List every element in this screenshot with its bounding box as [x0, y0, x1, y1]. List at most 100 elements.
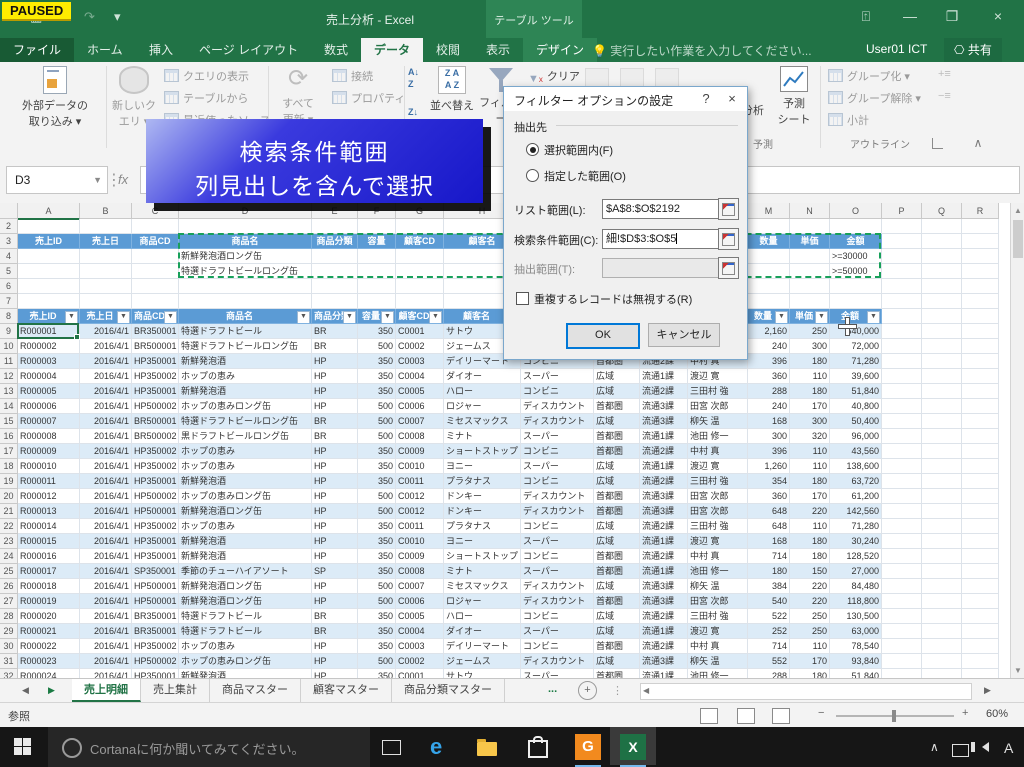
column-header-A[interactable]: A	[18, 203, 80, 220]
data-cell[interactable]: HP500002	[132, 399, 179, 414]
row-header-24[interactable]: 24	[0, 549, 18, 564]
data-cell[interactable]: コンビニ	[521, 474, 594, 489]
empty-cell[interactable]	[922, 324, 962, 339]
empty-cell[interactable]	[748, 294, 790, 309]
data-cell[interactable]: C0003	[396, 354, 444, 369]
empty-cell[interactable]	[962, 519, 999, 534]
data-cell[interactable]: 180	[790, 474, 830, 489]
data-cell[interactable]: 流通2課	[640, 384, 688, 399]
data-cell[interactable]: ディスカウント	[521, 504, 594, 519]
data-cell[interactable]: コンビニ	[521, 549, 594, 564]
ribbon-tab-8[interactable]: 表示	[473, 38, 523, 62]
data-cell[interactable]: HP350001	[132, 534, 179, 549]
data-cell[interactable]: ホップの恵み	[179, 459, 312, 474]
data-cell[interactable]: 流通3課	[640, 579, 688, 594]
ribbon-tab-6[interactable]: データ	[361, 38, 423, 62]
filter-dropdown-icon[interactable]: ▼	[297, 311, 310, 324]
row-header-23[interactable]: 23	[0, 534, 18, 549]
data-cell[interactable]: HP350001	[132, 354, 179, 369]
empty-cell[interactable]	[962, 354, 999, 369]
data-cell[interactable]: HP500001	[132, 594, 179, 609]
data-cell[interactable]: HP	[312, 504, 358, 519]
data-cell[interactable]: サトウ	[444, 669, 521, 678]
data-cell[interactable]: 田宮 次郎	[688, 594, 748, 609]
data-cell[interactable]: 350	[358, 324, 396, 339]
data-cell[interactable]: HP350002	[132, 444, 179, 459]
list-range-selector-icon[interactable]	[718, 198, 739, 220]
criteria-product-cell[interactable]: 新鮮発泡酒ロング缶	[179, 249, 312, 264]
filter-dropdown-icon[interactable]: ▼	[381, 311, 394, 324]
data-cell[interactable]: 84,480	[830, 579, 882, 594]
empty-cell[interactable]	[922, 369, 962, 384]
column-header-R[interactable]: R	[962, 203, 999, 219]
empty-cell[interactable]	[882, 339, 922, 354]
filter-dropdown-icon[interactable]: ▼	[815, 311, 828, 324]
data-cell[interactable]: BR350001	[132, 324, 179, 339]
data-cell[interactable]: HP	[312, 654, 358, 669]
data-cell[interactable]: 138,600	[830, 459, 882, 474]
data-cell[interactable]: SP350001	[132, 564, 179, 579]
data-cell[interactable]: 中村 真	[688, 549, 748, 564]
data-cell[interactable]: スーパー	[521, 669, 594, 678]
data-cell[interactable]: 新鮮発泡酒	[179, 549, 312, 564]
data-cell[interactable]: HP	[312, 474, 358, 489]
data-cell[interactable]: 170	[790, 399, 830, 414]
data-cell[interactable]: 72,000	[830, 339, 882, 354]
data-cell[interactable]: 43,560	[830, 444, 882, 459]
file-explorer-icon[interactable]	[477, 733, 497, 761]
data-cell[interactable]: 三田村 強	[688, 384, 748, 399]
data-cell[interactable]: HP	[312, 489, 358, 504]
empty-cell[interactable]	[922, 294, 962, 309]
data-cell[interactable]: 63,000	[830, 624, 882, 639]
radio-copy-to[interactable]	[526, 169, 539, 182]
empty-cell[interactable]	[962, 234, 999, 249]
data-cell[interactable]: 396	[748, 444, 790, 459]
data-cell[interactable]: R000018	[18, 579, 80, 594]
row-header-15[interactable]: 15	[0, 414, 18, 429]
row-header-7[interactable]: 7	[0, 294, 18, 309]
data-cell[interactable]: 552	[748, 654, 790, 669]
ok-button[interactable]: OK	[566, 323, 640, 349]
data-cell[interactable]: R000017	[18, 564, 80, 579]
empty-cell[interactable]	[882, 534, 922, 549]
data-cell[interactable]: R000005	[18, 384, 80, 399]
table-header-cell[interactable]: 数量▼	[748, 309, 790, 324]
ribbon-tab-2[interactable]: ホーム	[74, 38, 136, 62]
data-cell[interactable]: 2016/4/1	[80, 414, 132, 429]
data-cell[interactable]: R000024	[18, 669, 80, 678]
empty-cell[interactable]	[80, 279, 132, 294]
sheet-tab-4[interactable]: 顧客マスター	[301, 679, 392, 702]
column-header-O[interactable]: O	[830, 203, 882, 219]
data-cell[interactable]: 180	[748, 564, 790, 579]
empty-cell[interactable]	[80, 294, 132, 309]
data-cell[interactable]: 61,200	[830, 489, 882, 504]
data-cell[interactable]: 田宮 次郎	[688, 489, 748, 504]
data-cell[interactable]: R000023	[18, 654, 80, 669]
zoom-out-icon[interactable]: −	[818, 707, 824, 719]
data-cell[interactable]: 30,240	[830, 534, 882, 549]
data-cell[interactable]: C0003	[396, 639, 444, 654]
empty-cell[interactable]	[882, 249, 922, 264]
data-cell[interactable]: 350	[358, 459, 396, 474]
clear-filter-button[interactable]: ▼xクリア	[528, 68, 580, 85]
data-cell[interactable]: スーパー	[521, 624, 594, 639]
data-cell[interactable]: スーパー	[521, 564, 594, 579]
empty-cell[interactable]	[922, 474, 962, 489]
data-cell[interactable]: 首都圏	[594, 504, 640, 519]
data-cell[interactable]: スーパー	[521, 534, 594, 549]
empty-cell[interactable]	[312, 264, 358, 279]
user-name[interactable]: User01 ICT	[866, 42, 927, 56]
data-cell[interactable]: BR	[312, 414, 358, 429]
data-cell[interactable]: ディスカウント	[521, 414, 594, 429]
empty-cell[interactable]	[396, 219, 444, 234]
empty-cell[interactable]	[790, 294, 830, 309]
edge-icon[interactable]: e	[430, 733, 442, 761]
data-cell[interactable]: BR	[312, 624, 358, 639]
data-cell[interactable]: 350	[358, 444, 396, 459]
empty-cell[interactable]	[830, 294, 882, 309]
empty-cell[interactable]	[922, 579, 962, 594]
criteria-amount-cell[interactable]: >=50000	[830, 264, 882, 279]
empty-cell[interactable]	[962, 609, 999, 624]
empty-cell[interactable]	[922, 624, 962, 639]
empty-cell[interactable]	[922, 414, 962, 429]
